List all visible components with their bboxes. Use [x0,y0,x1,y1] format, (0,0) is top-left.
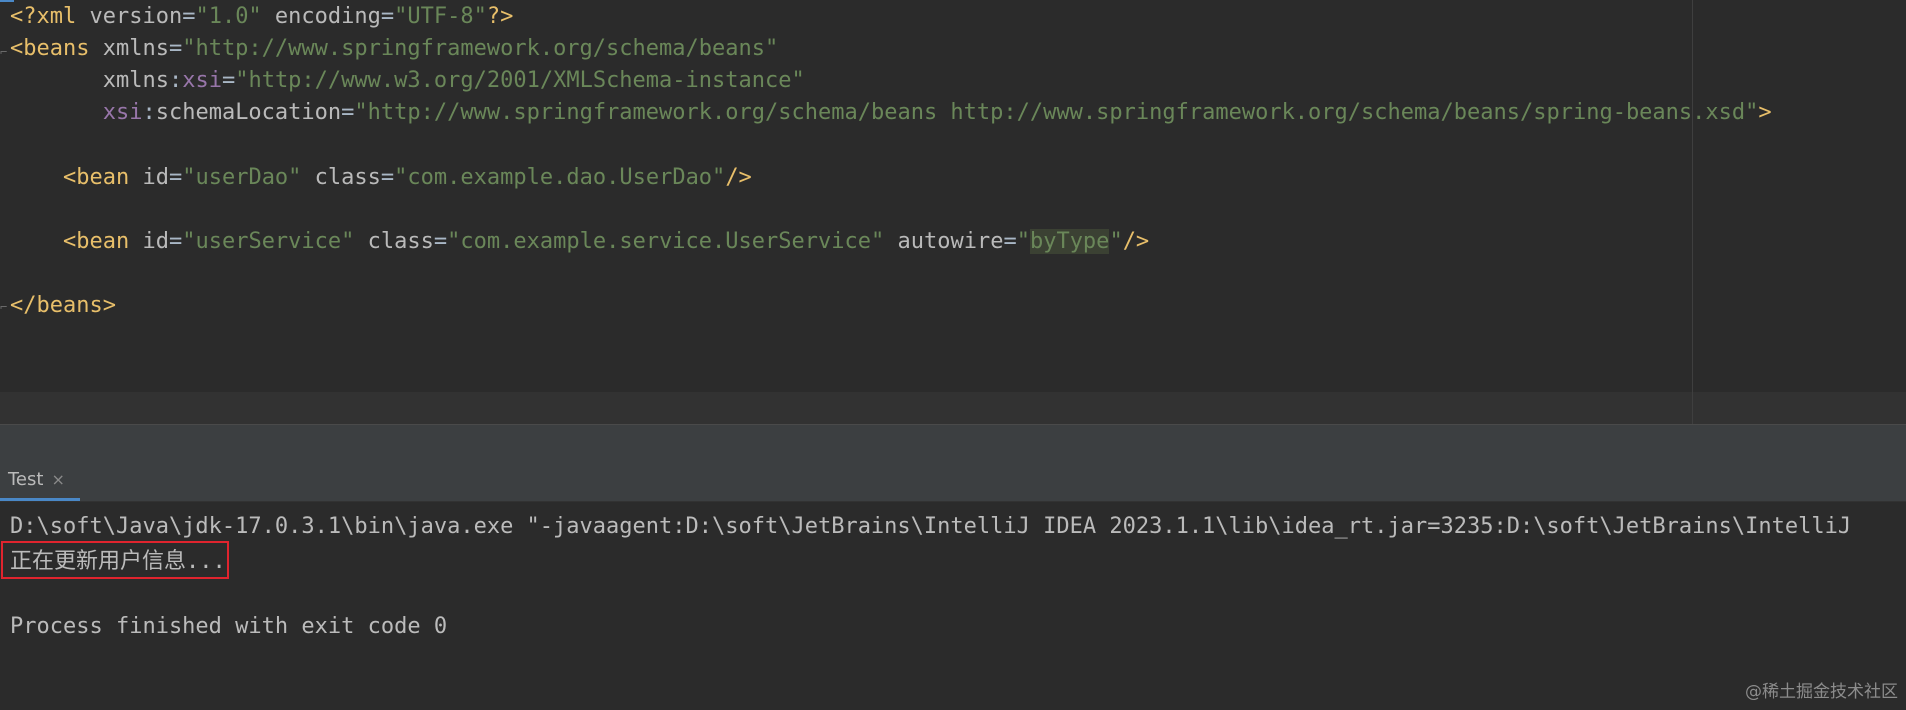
code-token: "1.0" [195,4,262,29]
code-token: = [168,36,183,62]
code-token: xsi [102,100,143,126]
code-token: ?> [486,4,514,29]
code-token: = [1003,228,1017,254]
code-token: byType [1029,228,1110,254]
annotation-highlight-box [1,541,229,579]
code-token: id [142,228,169,254]
code-token: <beans [10,36,103,62]
right-margin-guide [1692,0,1693,424]
run-tabbar: Test × [0,461,1906,502]
code-token: = [380,4,395,29]
code-token: "com.example.service.UserService" [447,228,885,254]
code-token: = [341,100,355,126]
code-line: xsi:schemaLocation="http://www.springfra… [10,93,1772,132]
code-line: <bean id="userService" class="com.exampl… [10,222,1149,261]
fold-marker-icon[interactable]: ⌐ [0,300,8,314]
code-token: <bean [62,164,143,190]
code-editor[interactable]: ⌐ ⌐ <?xml version="1.0" encoding="UTF-8"… [0,0,1906,424]
console-line: D:\soft\Java\jdk-17.0.3.1\bin\java.exe "… [10,514,1852,539]
code-token: " [1016,228,1030,254]
code-token: = [168,164,183,190]
watermark: @稀土掘金技术社区 [1745,682,1898,702]
code-token: "http://www.w3.org/2001/XMLSchema-instan… [235,68,805,94]
code-token: = [433,228,448,254]
code-token: autowire [884,228,1004,254]
code-token: schemaLocation [155,100,342,126]
code-token: /> [725,164,752,190]
code-token: xmlns [102,36,169,62]
code-token: xsi [182,68,222,94]
code-token: </beans> [10,292,116,318]
run-console[interactable]: D:\soft\Java\jdk-17.0.3.1\bin\java.exe "… [0,502,1906,710]
tab-label: Test [8,469,44,490]
code-token: : [168,68,183,94]
code-token: class [354,228,434,254]
tab-test[interactable]: Test × [0,461,80,501]
code-token: xmlns [102,68,169,94]
code-token: class [301,164,381,190]
code-token: "UTF-8" [394,4,487,29]
code-token: = [221,68,236,94]
code-token: /> [1122,228,1150,254]
code-token: <?xml [10,4,90,29]
code-token: <bean [62,228,143,254]
code-token: = [168,228,183,254]
code-token: = [380,164,395,190]
fold-marker-icon[interactable]: ⌐ [0,45,8,59]
code-token: "http://www.springframework.org/schema/b… [354,100,1759,126]
code-token: version [89,4,183,29]
code-token: "http://www.springframework.org/schema/b… [182,36,779,62]
current-line-highlight [0,392,1906,424]
code-token: id [142,164,169,190]
code-token: > [1758,100,1772,126]
code-token: "userService" [182,228,355,254]
code-line: </beans> [10,286,116,325]
panel-splitter[interactable] [0,425,1906,461]
code-line: <bean id="userDao" class="com.example.da… [10,158,752,197]
code-token: "com.example.dao.UserDao" [394,164,726,190]
console-line: Process finished with exit code 0 [10,614,448,639]
code-token: = [182,4,196,29]
code-token: encoding [261,4,381,29]
code-token: " [1109,228,1123,254]
code-token: : [142,100,156,126]
close-icon[interactable]: × [51,470,64,489]
code-token: "userDao" [182,164,302,190]
